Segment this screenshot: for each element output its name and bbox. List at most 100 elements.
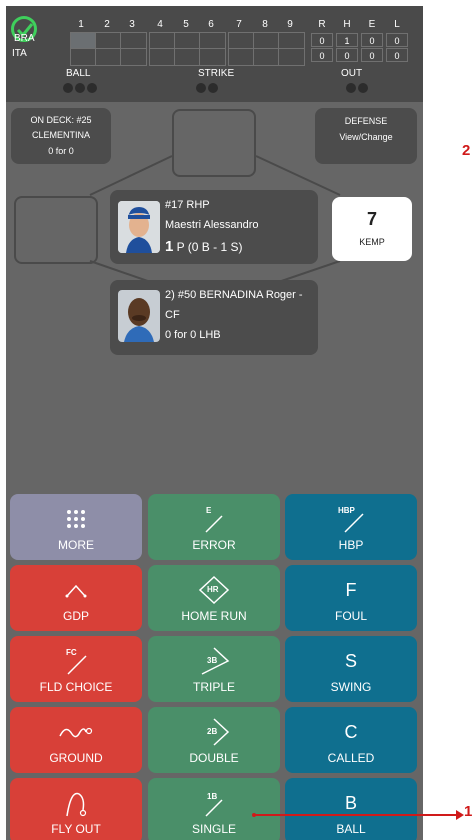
pitch-count: 1 P (0 B - 1 S) xyxy=(165,238,242,255)
swing-label: SWING xyxy=(330,680,372,694)
ground-button[interactable]: GROUND xyxy=(10,707,142,773)
inning-7-label: 7 xyxy=(236,19,242,30)
callout-1-arrow xyxy=(252,810,464,820)
second-base-slot[interactable] xyxy=(172,109,256,177)
fielders-choice-button[interactable]: FC FLD CHOICE xyxy=(10,636,142,702)
home-run-icon: HR xyxy=(148,575,280,605)
more-label: MORE xyxy=(58,538,94,552)
innings-1-3-grid xyxy=(70,32,147,66)
strike-dot-2 xyxy=(208,83,218,93)
inning-4-label: 4 xyxy=(157,19,163,30)
home-runs: 0 xyxy=(311,48,333,62)
errors-header: E xyxy=(368,19,376,30)
fly-out-label: FLY OUT xyxy=(51,822,101,836)
defense-label: DEFENSE xyxy=(344,116,388,126)
error-label: ERROR xyxy=(192,538,236,552)
app-frame: BRA ITA 1 2 3 4 5 6 7 8 9 R H E L 0 1 0 … xyxy=(0,0,474,840)
runs-header: R xyxy=(318,19,326,30)
home-run-icon-text: HR xyxy=(207,585,219,594)
on-deck-player: CLEMENTINA xyxy=(31,130,90,140)
gdp-button[interactable]: GDP xyxy=(10,565,142,631)
away-team-abbr: BRA xyxy=(14,33,35,44)
pitcher-name: Maestri Alessandro xyxy=(165,219,259,231)
strike-dot-1 xyxy=(196,83,206,93)
innings-4-6-grid xyxy=(149,32,226,66)
ball-dot-2 xyxy=(75,83,85,93)
inning-9-label: 9 xyxy=(287,19,293,30)
fly-out-button[interactable]: FLY OUT xyxy=(10,778,142,840)
batter-stats: 0 for 0 LHB xyxy=(165,329,221,341)
third-base-slot[interactable] xyxy=(14,196,98,264)
called-label: CALLED xyxy=(327,751,375,765)
defense-button[interactable]: DEFENSE View/Change xyxy=(315,108,417,164)
error-button[interactable]: E ERROR xyxy=(148,494,280,560)
foul-button[interactable]: F FOUL xyxy=(285,565,417,631)
pitch-count-detail: P (0 B - 1 S) xyxy=(173,240,243,254)
batter-position: CF xyxy=(165,309,180,321)
ball-dot-3 xyxy=(87,83,97,93)
called-letter: C xyxy=(344,722,358,742)
swing-button[interactable]: S SWING xyxy=(285,636,417,702)
out-count-label: OUT xyxy=(341,68,363,79)
callout-1: 1 xyxy=(464,803,473,820)
single-icon-text: 1B xyxy=(207,792,218,801)
home-lob: 0 xyxy=(386,48,408,62)
inning-5-label: 5 xyxy=(183,19,189,30)
pitcher-number-hand: #17 RHP xyxy=(165,199,210,211)
inning-3-label: 3 xyxy=(129,19,135,30)
inning-6-label: 6 xyxy=(208,19,214,30)
swing-letter: S xyxy=(344,651,357,671)
inning-8-label: 8 xyxy=(262,19,268,30)
away-runs: 0 xyxy=(311,33,333,47)
more-button[interactable]: MORE xyxy=(10,494,142,560)
triple-button[interactable]: 3B TRIPLE xyxy=(148,636,280,702)
on-deck-panel[interactable]: ON DECK: #25 CLEMENTINA 0 for 0 xyxy=(11,108,111,164)
called-icon: C xyxy=(285,717,417,747)
away-hits: 1 xyxy=(336,33,358,47)
fielders-choice-label: FLD CHOICE xyxy=(39,680,113,694)
hbp-icon-text: HBP xyxy=(338,506,355,515)
hbp-icon: HBP xyxy=(285,504,417,534)
out-dot-1 xyxy=(346,83,356,93)
home-run-button[interactable]: HR HOME RUN xyxy=(148,565,280,631)
scoring-screen: BRA ITA 1 2 3 4 5 6 7 8 9 R H E L 0 1 0 … xyxy=(6,6,423,840)
home-errors: 0 xyxy=(361,48,383,62)
lob-header: L xyxy=(394,19,400,30)
triple-icon: 3B xyxy=(148,646,280,676)
triple-icon-text: 3B xyxy=(207,656,218,665)
error-icon: E xyxy=(148,504,280,534)
fielders-choice-icon: FC xyxy=(10,646,142,676)
called-button[interactable]: C CALLED xyxy=(285,707,417,773)
gdp-label: GDP xyxy=(62,609,89,623)
fielders-choice-icon-text: FC xyxy=(66,648,77,657)
home-run-label: HOME RUN xyxy=(181,609,247,623)
hits-header: H xyxy=(343,19,351,30)
fly-ball-icon xyxy=(10,788,142,818)
hbp-button[interactable]: HBP HBP xyxy=(285,494,417,560)
catcher-number: 7 xyxy=(366,209,377,229)
pitcher-card[interactable]: #17 RHP Maestri Alessandro 1 P (0 B - 1 … xyxy=(110,190,318,264)
grid-dots-icon xyxy=(10,504,142,534)
strike-count-label: STRIKE xyxy=(198,68,235,79)
double-button[interactable]: 2B DOUBLE xyxy=(148,707,280,773)
hbp-label: HBP xyxy=(338,538,364,552)
on-deck-stats: 0 for 0 xyxy=(48,146,74,156)
double-icon-text: 2B xyxy=(207,727,218,736)
away-lob: 0 xyxy=(386,33,408,47)
away-errors: 0 xyxy=(361,33,383,47)
ground-ball-icon xyxy=(10,717,142,747)
home-hits: 0 xyxy=(336,48,358,62)
batter-order-name: 2) #50 BERNADINA Roger - xyxy=(165,289,303,301)
catcher-name: KEMP xyxy=(359,237,385,247)
triple-label: TRIPLE xyxy=(192,680,235,694)
ground-label: GROUND xyxy=(49,751,103,765)
ball-dot-1 xyxy=(63,83,73,93)
inning-1-label: 1 xyxy=(78,19,84,30)
catcher-card[interactable]: 7 KEMP xyxy=(332,197,412,261)
batter-avatar xyxy=(118,290,160,342)
batter-card[interactable]: 2) #50 BERNADINA Roger - CF 0 for 0 LHB xyxy=(110,280,318,355)
pitcher-avatar xyxy=(118,201,160,253)
home-team-abbr: ITA xyxy=(12,48,27,59)
ball-count-label: BALL xyxy=(66,68,91,79)
gdp-icon xyxy=(10,575,142,605)
